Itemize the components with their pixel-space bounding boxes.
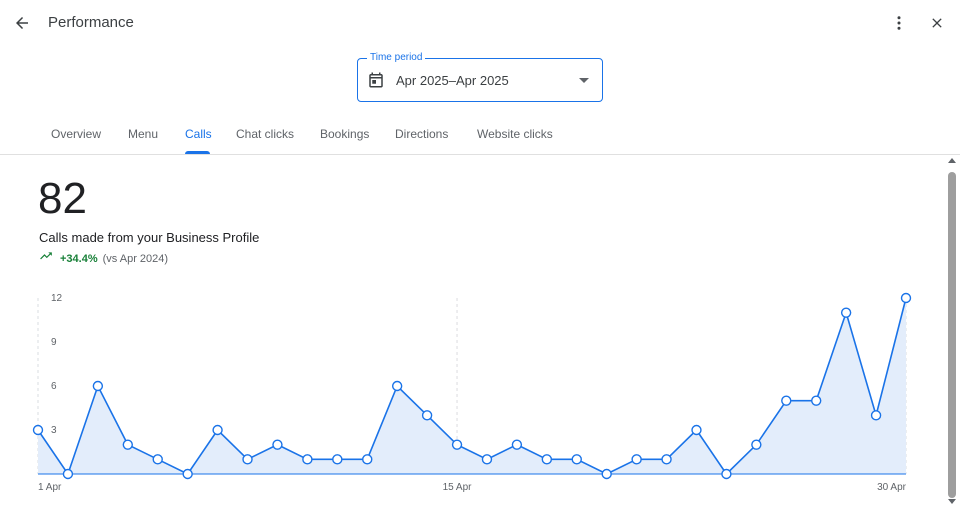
tab-overview[interactable]: Overview	[51, 127, 101, 141]
data-point	[751, 439, 762, 450]
calls-total: 82	[38, 174, 87, 223]
x-tick-label: 30 Apr	[877, 482, 907, 493]
data-point	[721, 468, 732, 480]
y-tick-label: 6	[51, 381, 57, 392]
scroll-down-arrow[interactable]	[948, 499, 956, 504]
data-point	[362, 454, 373, 465]
chevron-down-icon	[579, 78, 589, 83]
data-point	[92, 380, 104, 392]
calls-chart: 12 9 6 3 1 Apr 15 Apr 30 Apr	[32, 292, 912, 493]
data-point	[152, 454, 163, 465]
top-bar: Performance	[0, 0, 960, 46]
tab-bookings[interactable]: Bookings	[320, 127, 369, 141]
data-point	[122, 439, 133, 450]
data-point	[661, 454, 672, 465]
data-point	[691, 424, 702, 436]
time-period-label: Time period	[367, 52, 426, 63]
data-point	[421, 410, 433, 421]
time-period-value: Apr 2025–Apr 2025	[396, 73, 509, 88]
trend-percentage: +34.4%	[60, 252, 98, 265]
more-vert-icon[interactable]	[885, 9, 913, 37]
data-point	[900, 292, 912, 304]
data-point	[511, 439, 523, 450]
y-tick-label: 3	[51, 425, 57, 436]
data-point	[62, 468, 74, 480]
data-point	[781, 395, 792, 406]
active-tab-indicator	[185, 151, 210, 154]
tab-directions[interactable]: Directions	[395, 127, 448, 141]
data-point	[32, 424, 44, 436]
data-point	[870, 410, 882, 421]
tab-website-clicks[interactable]: Website clicks	[477, 127, 553, 141]
data-point	[631, 454, 642, 465]
tab-calls[interactable]: Calls	[185, 127, 212, 141]
data-point	[840, 307, 852, 318]
y-tick-label: 9	[51, 337, 57, 348]
data-point	[212, 424, 223, 436]
data-point	[571, 454, 582, 465]
y-tick-label: 12	[51, 293, 63, 304]
calls-description: Calls made from your Business Profile	[39, 230, 260, 245]
data-point	[182, 468, 193, 480]
data-point	[451, 439, 463, 450]
scroll-up-arrow[interactable]	[948, 158, 956, 163]
scrollbar[interactable]	[944, 155, 960, 506]
trend-comparison: (vs Apr 2024)	[102, 252, 169, 265]
data-point	[391, 380, 403, 392]
trending-up-icon	[39, 252, 53, 265]
data-point	[242, 454, 253, 465]
data-point	[332, 454, 343, 465]
scrollbar-thumb[interactable]	[948, 172, 956, 498]
close-icon[interactable]	[923, 9, 951, 37]
data-point	[601, 468, 612, 480]
x-tick-label: 1 Apr	[38, 482, 62, 493]
x-tick-label: 15 Apr	[443, 482, 473, 493]
trend-row: +34.4% (vs Apr 2024)	[39, 252, 168, 265]
data-point	[541, 454, 553, 465]
data-point	[272, 439, 283, 450]
page-title: Performance	[48, 14, 134, 31]
area-fill	[38, 298, 906, 474]
data-point	[302, 454, 313, 465]
data-point	[811, 395, 822, 406]
tab-chat-clicks[interactable]: Chat clicks	[236, 127, 294, 141]
data-point	[481, 454, 493, 465]
calendar-icon	[367, 71, 385, 89]
time-period-select[interactable]: Time period Apr 2025–Apr 2025	[357, 52, 603, 102]
tab-bar: Overview Menu Calls Chat clicks Bookings…	[0, 118, 960, 155]
arrow-back-icon[interactable]	[8, 9, 36, 37]
tab-menu[interactable]: Menu	[128, 127, 158, 141]
